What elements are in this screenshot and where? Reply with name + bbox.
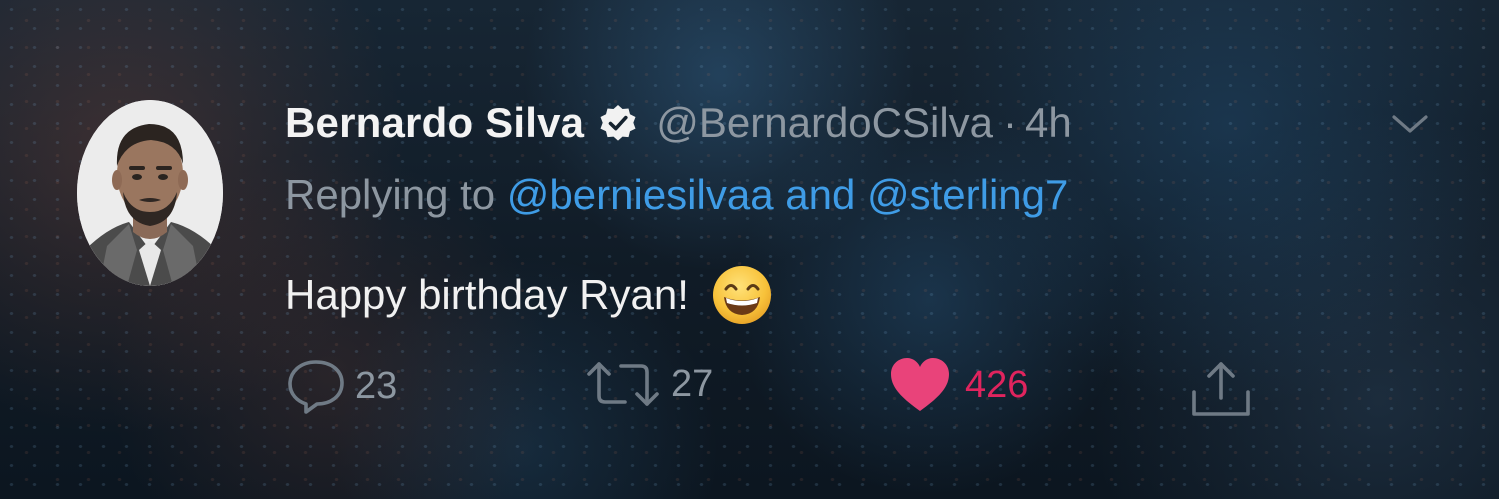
retweet-count: 27 (671, 362, 714, 405)
mention-link-2[interactable]: @sterling7 (867, 171, 1068, 218)
author-handle[interactable]: @BernardoCSilva (656, 99, 993, 147)
verified-badge-icon (598, 103, 638, 143)
retweet-icon (587, 362, 659, 406)
tweet-timestamp[interactable]: 4h (1025, 99, 1072, 147)
chevron-down-icon[interactable] (1388, 112, 1432, 136)
reply-icon (288, 360, 344, 414)
tweet-text: Happy birthday Ryan! (285, 264, 773, 326)
like-button[interactable]: 426 (889, 356, 1028, 414)
tweet-body: Happy birthday Ryan! (285, 271, 689, 318)
share-icon (1192, 362, 1250, 416)
tweet: Bernardo Silva @BernardoCSilva · 4h Repl… (0, 0, 1499, 499)
replying-to-line: Replying to @berniesilvaa and @sterling7 (285, 171, 1068, 219)
avatar[interactable] (77, 100, 223, 286)
reply-count: 23 (355, 364, 398, 407)
author-name[interactable]: Bernardo Silva (285, 99, 584, 147)
retweet-button[interactable]: 27 (583, 356, 713, 412)
tweet-header: Bernardo Silva @BernardoCSilva · 4h (285, 95, 1072, 151)
avatar-photo (77, 100, 223, 286)
replying-to-label: Replying to (285, 171, 496, 218)
like-count: 426 (965, 363, 1029, 406)
mention-link-1[interactable]: @berniesilvaa (507, 171, 774, 218)
share-button[interactable] (1188, 358, 1254, 420)
separator-dot: · (1003, 99, 1018, 146)
reply-button[interactable]: 23 (285, 356, 397, 416)
and-connector[interactable]: and (785, 171, 855, 218)
heart-icon (891, 358, 949, 411)
grinning-face-emoji-icon (711, 264, 773, 326)
